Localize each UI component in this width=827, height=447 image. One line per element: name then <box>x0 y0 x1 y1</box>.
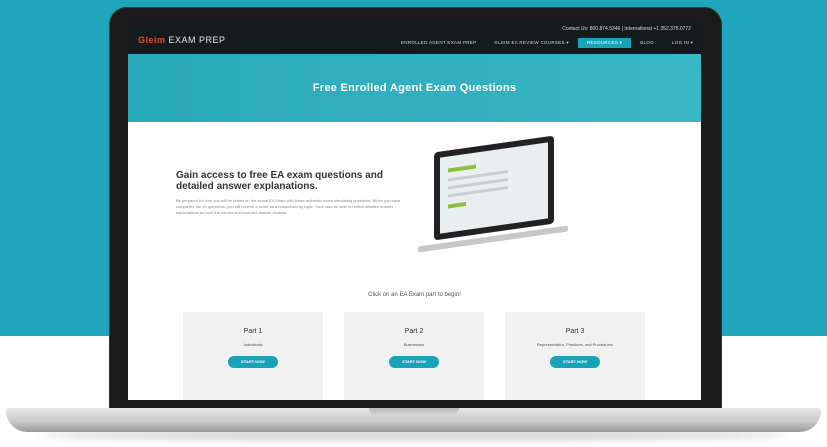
laptop-screen: Gleim EXAM PREP Contact Us: 800.874.5346… <box>128 22 701 400</box>
illustration-bar <box>448 164 476 173</box>
site-navbar: Gleim EXAM PREP Contact Us: 800.874.5346… <box>128 22 701 54</box>
part-card: Part 1 Individuals START NOW <box>183 312 323 400</box>
logo-brand: Gleim <box>138 35 166 45</box>
part-title: Part 2 <box>404 328 424 335</box>
start-now-button[interactable]: START NOW <box>228 356 278 368</box>
main-menu: ENROLLED AGENT EXAM PREP GLEIM EA REVIEW… <box>392 38 701 48</box>
part-title: Part 1 <box>243 328 263 335</box>
part-subtitle: Representation, Practices, and Procedure… <box>536 342 614 347</box>
page-content: Gain access to free EA exam questions an… <box>128 122 701 400</box>
hero-title: Free Enrolled Agent Exam Questions <box>312 82 517 94</box>
hero-banner: Free Enrolled Agent Exam Questions <box>128 54 701 122</box>
contact-info: Contact Us: 800.874.5346 | International… <box>562 26 691 32</box>
page-headline: Gain access to free EA exam questions an… <box>176 170 383 192</box>
illustration-bar <box>448 201 466 209</box>
menu-item-login[interactable]: LOG IN ▾ <box>663 38 701 48</box>
part-subtitle: Individuals <box>243 342 263 347</box>
start-now-button[interactable]: START NOW <box>389 356 439 368</box>
cta-text: Click on an EA Exam part to begin! <box>368 292 461 298</box>
laptop-illustration <box>418 135 648 264</box>
logo-text: EXAM PREP <box>168 35 226 45</box>
intro-paragraph: Be prepared for how you will be tested o… <box>176 198 401 215</box>
start-now-button[interactable]: START NOW <box>550 356 600 368</box>
laptop-notch <box>369 408 459 416</box>
part-title: Part 3 <box>565 328 585 335</box>
menu-item-review-courses[interactable]: GLEIM EA REVIEW COURSES ▾ <box>485 38 578 48</box>
part-card: Part 3 Representation, Practices, and Pr… <box>505 312 645 400</box>
menu-item-blog[interactable]: BLOG <box>631 38 663 48</box>
site-logo[interactable]: Gleim EXAM PREP <box>138 35 226 45</box>
part-subtitle: Businesses <box>403 342 425 347</box>
illustration-screen <box>440 142 548 234</box>
part-card: Part 2 Businesses START NOW <box>344 312 484 400</box>
menu-item-resources[interactable]: RESOURCES ▾ <box>577 38 632 48</box>
menu-item-ea-exam-prep[interactable]: ENROLLED AGENT EXAM PREP <box>392 38 485 48</box>
